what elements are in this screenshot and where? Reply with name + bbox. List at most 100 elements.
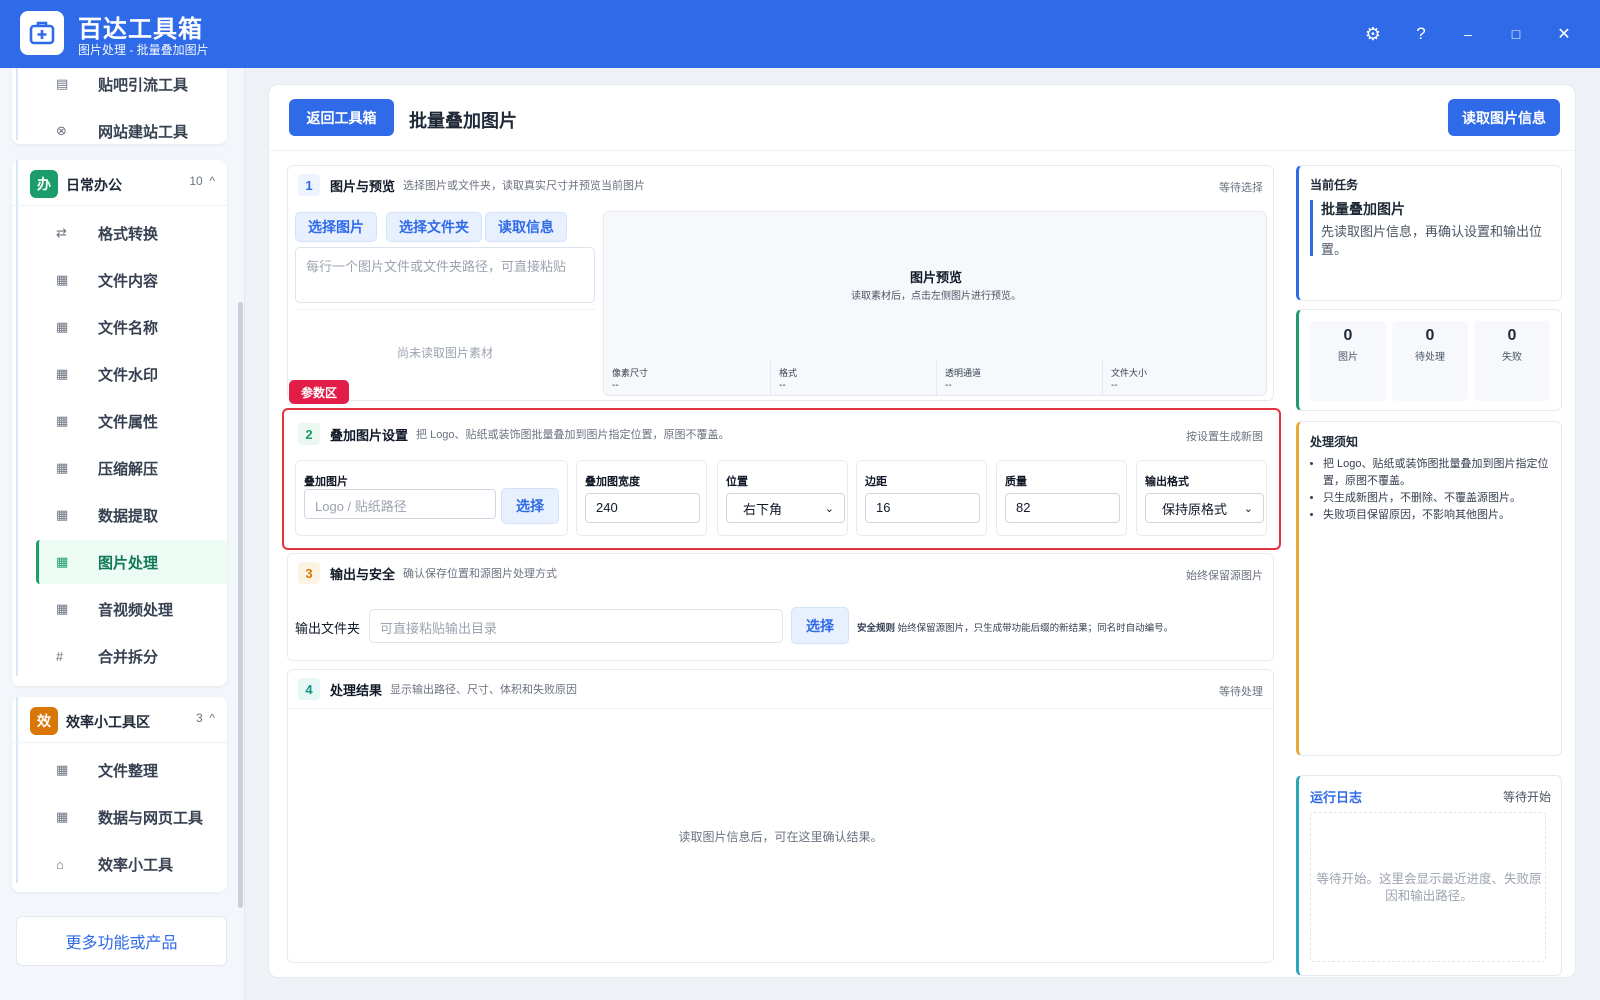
section-header: 3 输出与安全 确认保存位置和源图片处理方式 [288, 554, 557, 592]
position-select[interactable]: 右下角 ⌄ [726, 493, 845, 523]
grid-icon: ▦ [56, 762, 69, 777]
position-field: 位置 右下角 ⌄ [717, 460, 848, 536]
meta-alpha: 透明通道 -- [936, 360, 1102, 396]
notice-card: 处理须知 把 Logo、贴纸或装饰图批量叠加到图片指定位置，原图不覆盖。 只生成… [1296, 421, 1562, 756]
task-label: 当前任务 [1310, 178, 1359, 192]
output-format-select[interactable]: 保持原格式 ⌄ [1145, 493, 1264, 523]
group-header-office[interactable]: 办 日常办公 10 ^ [12, 160, 227, 206]
section-status: 等待处理 [1219, 686, 1263, 698]
hash-icon: # [56, 648, 64, 664]
sidebar-item-label: 文件名称 [98, 319, 159, 337]
swap-icon: ⇄ [56, 225, 67, 240]
output-choose-button[interactable]: 选择 [791, 607, 849, 644]
chevron-up-icon: ^ [209, 174, 215, 188]
close-button[interactable]: ✕ [1550, 20, 1578, 48]
sidebar-item-label: 文件内容 [98, 272, 159, 290]
field-label: 质量 [1005, 476, 1027, 488]
more-products-button[interactable]: 更多功能或产品 [16, 916, 227, 966]
sidebar-item-format[interactable]: ⇄ 格式转换 [36, 211, 227, 255]
output-folder-input[interactable]: 可直接粘贴输出目录 [369, 609, 783, 643]
header-divider [268, 150, 1576, 151]
help-icon[interactable]: ? [1407, 20, 1435, 48]
overlay-path-input[interactable]: Logo / 贴纸路径 [304, 489, 496, 519]
section-title: 图片与预览 [330, 178, 396, 194]
read-info-button[interactable]: 读取信息 [485, 212, 567, 242]
sidebar-item-label: 合并拆分 [98, 648, 159, 666]
section-output-safety: 3 输出与安全 确认保存位置和源图片处理方式 始终保留源图片 [287, 553, 1274, 661]
grid-icon: ▦ [56, 809, 69, 824]
sidebar-item-media[interactable]: ▦ 音视频处理 [36, 587, 227, 631]
sidebar-item-label: 文件属性 [98, 413, 159, 431]
chevron-down-icon: ⌄ [824, 502, 834, 515]
sidebar-scrollbar[interactable] [238, 302, 243, 908]
notice-title: 处理须知 [1310, 435, 1359, 449]
select-folder-button[interactable]: 选择文件夹 [386, 212, 482, 242]
section-number: 1 [298, 174, 320, 196]
log-text: 等待开始。这里会显示最近进度、失败原因和输出路径。 [1316, 872, 1542, 903]
select-images-button[interactable]: 选择图片 [295, 212, 377, 242]
section-results: 4 处理结果 显示输出路径、尺寸、体积和失败原因 等待处理 读取图片信息后，可在… [287, 669, 1274, 963]
sidebar-item-merge[interactable]: # 合并拆分 [36, 634, 227, 678]
margin-input[interactable]: 16 [865, 493, 980, 523]
task-title: 批量叠加图片 [1321, 201, 1405, 217]
app-title: 百达工具箱 [78, 16, 203, 43]
sidebar-item-organize[interactable]: ▦ 文件整理 [36, 748, 227, 792]
sidebar-item-tools[interactable]: ⌂ 效率小工具 [36, 842, 227, 886]
group-badge: 办 [30, 170, 58, 198]
sidebar-item-website[interactable]: ⊗ 网站建站工具 [36, 109, 227, 153]
group-header-efficiency[interactable]: 效 效率小工具区 3 ^ [12, 697, 227, 743]
sidebar-item-filename[interactable]: ▦ 文件名称 [36, 305, 227, 349]
preview-title: 图片预览 [909, 270, 962, 285]
sidebar-item-attributes[interactable]: ▦ 文件属性 [36, 399, 227, 443]
param-zone-tag: 参数区 [289, 380, 349, 404]
field-label: 输出格式 [1145, 476, 1189, 488]
output-format-field: 输出格式 保持原格式 ⌄ [1136, 460, 1267, 536]
settings-icon[interactable]: ⚙ [1359, 20, 1387, 48]
sidebar-item-watermark[interactable]: ▦ 文件水印 [36, 352, 227, 396]
group-name: 效率小工具区 [66, 714, 150, 730]
maximize-button[interactable]: □ [1502, 20, 1530, 48]
meta-file-size: 文件大小 -- [1102, 360, 1268, 396]
app-subtitle: 图片处理 - 批量叠加图片 [78, 43, 209, 57]
task-desc: 先读取图片信息，再确认设置和输出位置。 [1321, 224, 1543, 257]
section-header: 2 叠加图片设置 把 Logo、贴纸或装饰图批量叠加到图片指定位置，原图不覆盖。 [288, 415, 730, 453]
log-area[interactable]: 等待开始。这里会显示最近进度、失败原因和输出路径。 [1310, 812, 1546, 962]
chevron-up-icon: ^ [209, 711, 215, 725]
section-title: 叠加图片设置 [330, 427, 409, 443]
section-desc: 把 Logo、贴纸或装饰图批量叠加到图片指定位置，原图不覆盖。 [416, 429, 730, 441]
field-label: 位置 [726, 476, 748, 488]
sidebar-item-label: 网站建站工具 [98, 123, 189, 141]
sidebar-item-extract[interactable]: ▦ 数据提取 [36, 493, 227, 537]
sidebar-item-label: 数据与网页工具 [98, 809, 204, 827]
sidebar-item-compress[interactable]: ▦ 压缩解压 [36, 446, 227, 490]
stat-pending: 0 待处理 [1392, 321, 1468, 401]
preview-hint: 读取素材后，点击左侧图片进行预览。 [851, 291, 1021, 302]
section-number: 3 [298, 562, 320, 584]
sidebar-item-label: 文件水印 [98, 366, 159, 384]
group-count: 3 ^ [196, 711, 215, 725]
list-icon: ▤ [56, 76, 69, 91]
run-log-card: 运行日志 等待开始 等待开始。这里会显示最近进度、失败原因和输出路径。 [1296, 775, 1562, 976]
section-status: 等待选择 [1219, 182, 1263, 194]
stat-failed: 0 失败 [1474, 321, 1550, 401]
sidebar-item-data-web[interactable]: ▦ 数据与网页工具 [36, 795, 227, 839]
sidebar-item-image[interactable]: ▦ 图片处理 [36, 540, 227, 584]
image-paths-input[interactable]: 每行一个图片文件或文件夹路径，可直接粘贴 [295, 247, 595, 303]
overlay-choose-button[interactable]: 选择 [501, 488, 559, 524]
sidebar-item-content[interactable]: ▦ 文件内容 [36, 258, 227, 302]
safety-rule: 安全规则 始终保留源图片，只生成带功能后缀的新结果；同名时自动编号。 [857, 623, 1174, 634]
quality-input[interactable]: 82 [1005, 493, 1120, 523]
overlay-width-input[interactable]: 240 [585, 493, 700, 523]
image-preview-panel: 图片预览 读取素材后，点击左侧图片进行预览。 像素尺寸 -- 格式 -- 透明通道 -… [603, 211, 1267, 396]
field-label: 边距 [865, 476, 887, 488]
sidebar-item-label: 格式转换 [98, 225, 159, 243]
page-title: 批量叠加图片 [409, 111, 517, 131]
section-title: 处理结果 [330, 682, 383, 698]
minimize-button[interactable]: – [1454, 20, 1482, 48]
log-title: 运行日志 [1310, 790, 1363, 805]
read-image-info-button[interactable]: 读取图片信息 [1448, 99, 1560, 136]
section-desc: 确认保存位置和源图片处理方式 [403, 568, 558, 580]
back-to-toolbox-button[interactable]: 返回工具箱 [289, 99, 394, 136]
sidebar-item-tieba[interactable]: ▤ 贴吧引流工具 [36, 68, 227, 106]
section-header: 4 处理结果 显示输出路径、尺寸、体积和失败原因 [288, 670, 577, 708]
